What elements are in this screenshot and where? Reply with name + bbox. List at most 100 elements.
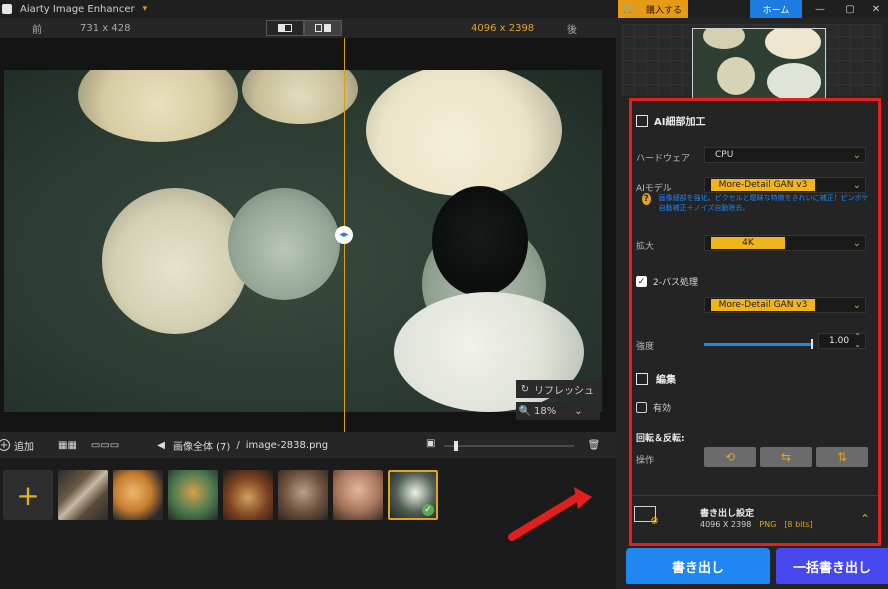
slider-track[interactable] [444,445,574,447]
cymbal-right [366,70,562,196]
zoom-icon: 🔍 [518,405,532,417]
enable-checkbox[interactable] [636,402,647,413]
edit-header: 編集 [636,371,676,386]
add-image-tile[interactable]: + [3,470,53,520]
app-title: Aiarty Image Enhancer [20,3,135,15]
cart-icon: 🛒 [623,4,635,14]
slider-knob[interactable] [454,441,458,451]
thumbnail[interactable] [58,470,108,520]
maximize-button[interactable]: ▢ [840,0,860,18]
flip-horizontal-icon: ⇆ [780,450,792,464]
hardware-dropdown[interactable]: CPU ⌄ [704,147,866,163]
back-button[interactable]: ◀ [157,440,165,451]
buy-button[interactable]: 🛒 購入する [618,0,688,18]
check-icon: ✓ [422,504,434,516]
flip-horizontal-button[interactable]: ⇆ [760,447,812,467]
home-button[interactable]: ホーム [750,0,802,18]
red-arrow-shaft [508,493,582,541]
thumbnail[interactable] [113,470,163,520]
settings-sidebar: 🛒 購入する ホーム — ▢ ✕ AI細部加工 ハードウェア CPU ⌄ AIモ… [616,0,888,589]
thumbnail[interactable] [333,470,383,520]
breadcrumb-all[interactable]: 画像全体 (7) [173,438,230,453]
red-arrow-head [574,487,592,509]
chevron-up-icon[interactable]: ⌃ [860,512,870,526]
export-meta: 4096 X 2398 PNG [8 bits] [700,520,813,529]
image-size-icon: ▣ [426,438,436,449]
nav-drummer [767,63,821,101]
zoom-control[interactable]: 🔍 18% ⌄ [516,402,600,420]
rotate-button[interactable]: ⟲ [704,447,756,467]
stepper-icon[interactable]: ⌃ ⌄ [854,333,861,349]
filmstrip-view-icon: ▭▭▭ [90,439,120,451]
buy-label: 購入する [646,5,683,16]
breadcrumb-current-file: image-2838.png [245,439,329,451]
chevron-down-icon: ⌄ [852,149,861,161]
split-drag-handle[interactable]: ◂▸ [335,226,353,244]
add-button[interactable]: + 追加 [0,438,34,453]
strength-slider[interactable] [704,339,814,349]
drum-left [102,188,248,334]
twopass-model-dropdown[interactable]: More-Detail GAN v3 ⌄ [704,297,866,313]
batch-export-button-label: 一括書き出し [792,560,871,576]
batch-export-button[interactable]: 一括書き出し [776,548,888,584]
ai-detail-icon [636,114,648,127]
side-by-side-icon [315,24,331,32]
export-bits: [8 bits] [784,520,813,529]
rotate-icon: ⟲ [724,450,736,464]
preview-image [4,70,602,412]
strength-fill [704,343,812,346]
app-menu-chevron-icon[interactable]: ▾ [143,4,148,14]
thumbnail[interactable] [278,470,328,520]
twopass-checkbox[interactable]: ✓ [636,276,647,287]
compare-split-button[interactable] [266,20,304,36]
thumbnail[interactable] [223,470,273,520]
enable-label: 有効 [653,404,672,414]
after-label: 後 [567,24,577,36]
nav-cymbal-right [765,29,821,59]
export-settings-title: 書き出し設定 [700,509,755,519]
before-label: 前 [32,24,42,36]
preview-area [622,24,882,104]
close-button[interactable]: ✕ [866,0,886,18]
ai-model-value: More-Detail GAN v3 [711,179,815,191]
compare-side-by-side-button[interactable] [304,20,342,36]
home-label: ホーム [762,5,790,16]
navigator-thumbnail[interactable] [692,28,826,104]
zoom-value: 18% [534,405,557,417]
image-viewer[interactable]: ◂▸ ↻ リフレッシュ 🔍 18% ⌄ [0,38,616,432]
operation-label: 操作 [636,456,655,466]
drummer-hair [432,186,528,296]
maximize-icon: ▢ [845,3,855,15]
thumbnail-size-slider[interactable]: ▣ [426,438,576,451]
minimize-button[interactable]: — [810,0,830,18]
export-settings[interactable]: ⚙ 書き出し設定 4096 X 2398 PNG [8 bits] ⌃ [632,495,878,541]
grid-view-button[interactable]: ▦▦ [58,440,77,451]
chevron-down-icon: ⌄ [852,299,861,311]
flip-vertical-button[interactable]: ⇅ [816,447,868,467]
strength-value: 1.00 [829,336,850,346]
strength-value-box[interactable]: 1.00 ⌃ ⌄ [818,333,866,349]
refresh-button[interactable]: ↻ リフレッシュ [516,380,602,398]
thumbnail[interactable] [168,470,218,520]
split-view-icon [278,24,292,32]
thumbnail-selected[interactable]: ✓ [388,470,438,520]
top-right-bar: 🛒 購入する ホーム — ▢ ✕ [616,0,888,18]
back-arrow-icon: ◀ [157,439,165,451]
chevron-down-icon: ⌄ [574,405,583,417]
filmstrip-view-button[interactable]: ▭▭▭ [91,440,119,451]
upscale-dropdown[interactable]: 4K ⌄ [704,235,866,251]
breadcrumb: 画像全体 (7) / image-2838.png [173,438,328,453]
delete-button[interactable]: 🗑 [587,438,601,452]
chevron-down-icon: ⌄ [852,179,861,191]
strength-knob[interactable] [810,339,813,349]
compare-mode-toggle[interactable] [266,20,342,36]
plus-icon: + [16,478,40,512]
export-format: PNG [759,520,777,529]
help-icon: ? [642,193,651,205]
refresh-icon: ↻ [520,383,530,395]
nav-cymbal-left [703,29,745,49]
flip-vertical-icon: ⇅ [836,450,848,464]
drum-mid [228,188,340,300]
ai-model-dropdown[interactable]: More-Detail GAN v3 ⌄ [704,177,866,193]
export-button[interactable]: 書き出し [626,548,770,584]
